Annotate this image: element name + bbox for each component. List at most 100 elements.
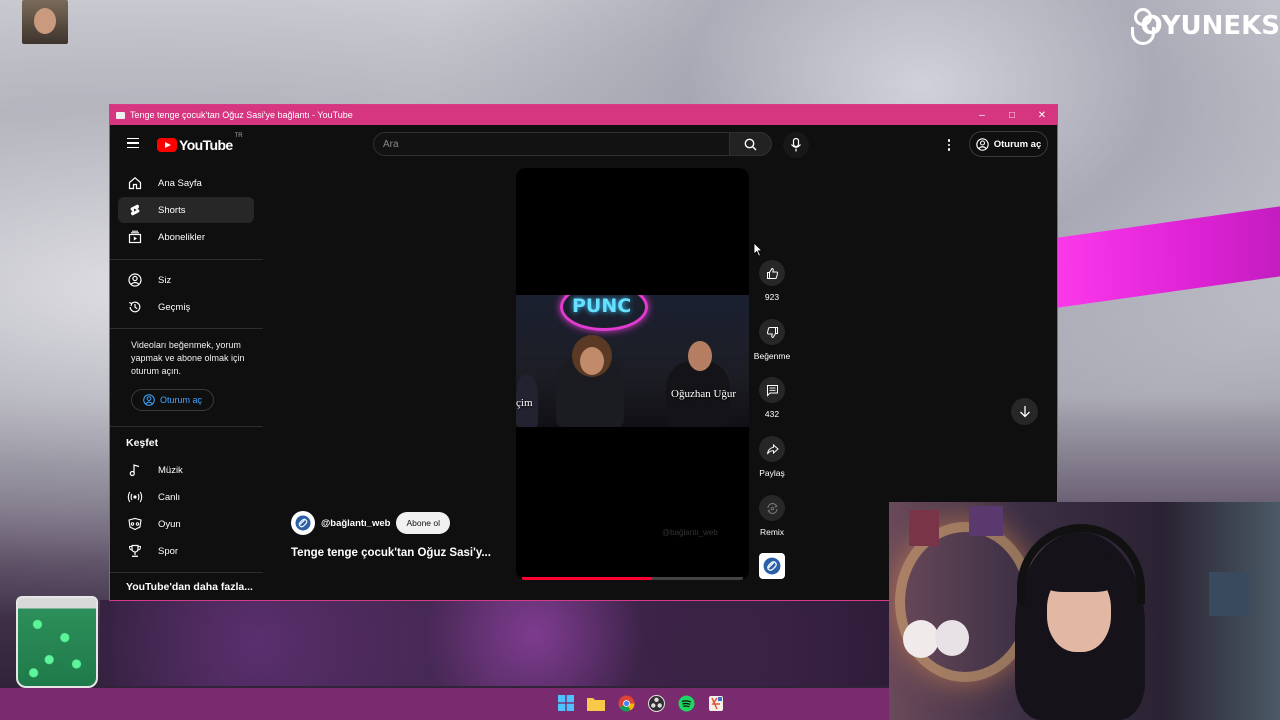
- sidebar-item-gaming[interactable]: Oyun: [118, 511, 254, 537]
- search-button[interactable]: [730, 132, 772, 156]
- sidebar-item-label: Canlı: [158, 491, 181, 503]
- like-count: 923: [764, 292, 780, 302]
- short-title[interactable]: Tenge tenge çocuk'tan Oğuz Sasi'y...: [291, 547, 491, 559]
- thumbs-up-icon: [766, 267, 778, 279]
- sidebar-item-label: Müzik: [158, 464, 183, 476]
- video-progress-fill: [522, 577, 653, 580]
- sign-in-label: Oturum aç: [993, 138, 1042, 150]
- subscriptions-icon: [127, 229, 143, 245]
- plush-toy: [935, 620, 969, 656]
- shorts-video-player[interactable]: PUNC Oğuzhan Uğur çim @bağlantı_web: [516, 168, 749, 580]
- sidebar-item-sports[interactable]: Spor: [118, 538, 254, 564]
- dislike-button[interactable]: [759, 319, 785, 345]
- channel-info: @bağlantı_web Abone ol: [291, 511, 451, 535]
- sidebar-divider: [110, 328, 263, 329]
- sidebar-item-music[interactable]: Müzik: [118, 457, 254, 483]
- chrome-icon[interactable]: [615, 692, 637, 714]
- taskbar-icons: [555, 692, 727, 714]
- spotify-icon[interactable]: [675, 692, 697, 714]
- sidebar-item-label: Ana Sayfa: [158, 177, 202, 189]
- obs-icon[interactable]: [645, 692, 667, 714]
- sidebar-divider: [110, 426, 263, 427]
- share-button[interactable]: [759, 436, 785, 462]
- dislike-label: Beğenme: [753, 351, 791, 361]
- remix-icon: [766, 502, 778, 514]
- sidebar-divider: [110, 259, 263, 260]
- sidebar-item-history[interactable]: Geçmiş: [118, 294, 254, 320]
- file-explorer-icon[interactable]: [585, 692, 607, 714]
- sidebar-item-label: Siz: [158, 274, 172, 286]
- comments-action: 432: [753, 377, 791, 419]
- sign-in-button[interactable]: Oturum aç: [969, 131, 1048, 157]
- sidebar-item-label: Abonelikler: [158, 231, 205, 243]
- dislike-action: Beğenme: [753, 319, 791, 361]
- history-icon: [127, 299, 143, 315]
- video-overlay-left-text: çim: [516, 397, 533, 409]
- comment-icon: [766, 384, 778, 397]
- subscribe-button[interactable]: Abone ol: [396, 512, 451, 534]
- link-icon: [295, 515, 311, 531]
- remix-label: Remix: [759, 527, 785, 537]
- wallpaper-bottom-art: [100, 600, 890, 686]
- app-icon[interactable]: [705, 692, 727, 714]
- comments-button[interactable]: [759, 377, 785, 403]
- sidebar-item-shorts[interactable]: Shorts: [118, 197, 254, 223]
- voice-search-button[interactable]: [783, 132, 809, 158]
- sidebar-divider: [110, 572, 263, 573]
- more-from-youtube-title: YouTube'dan daha fazla...: [126, 581, 253, 593]
- youtube-header: YouTube TR Oturum aç: [110, 125, 1057, 163]
- wall-poster: [1209, 572, 1249, 616]
- video-frame: PUNC Oğuzhan Uğur çim: [516, 295, 749, 427]
- minimize-button[interactable]: –: [967, 105, 997, 125]
- close-button[interactable]: ✕: [1027, 105, 1057, 125]
- window-titlebar[interactable]: Tenge tenge çocuk'tan Oğuz Sasi'ye bağla…: [110, 105, 1057, 125]
- wall-poster: [969, 506, 1003, 536]
- favicon-icon: [116, 111, 125, 119]
- share-icon: [766, 443, 779, 454]
- neon-sign-text: PUNC: [572, 295, 632, 317]
- menu-icon[interactable]: [127, 138, 139, 148]
- sidebar: Ana Sayfa Shorts Abonelikler Siz Geçmiş …: [110, 163, 263, 600]
- youtube-logo[interactable]: YouTube TR: [157, 133, 243, 153]
- search-input[interactable]: [373, 132, 730, 156]
- plush-toy: [903, 620, 939, 658]
- shorts-icon: [127, 202, 143, 218]
- more-options-icon[interactable]: [944, 137, 954, 153]
- sidebar-item-live[interactable]: Canlı: [118, 484, 254, 510]
- search-bar: [373, 132, 772, 156]
- sidebar-sign-in-button[interactable]: Oturum aç: [131, 389, 214, 411]
- sidebar-item-label: Oyun: [158, 518, 181, 530]
- channel-name[interactable]: @bağlantı_web: [321, 518, 390, 529]
- video-person-center-face: [580, 347, 604, 375]
- window-title: Tenge tenge çocuk'tan Oğuz Sasi'ye bağla…: [130, 110, 353, 120]
- remix-button[interactable]: [759, 495, 785, 521]
- windows-start-icon[interactable]: [555, 692, 577, 714]
- decorative-jar: [16, 596, 98, 688]
- remix-action: Remix: [753, 495, 791, 537]
- share-label: Paylaş: [759, 468, 785, 478]
- channel-avatar[interactable]: [291, 511, 315, 535]
- next-short-button[interactable]: [1011, 398, 1038, 425]
- video-progress-bar[interactable]: [522, 577, 743, 580]
- sidebar-item-subscriptions[interactable]: Abonelikler: [118, 224, 254, 250]
- music-icon: [127, 462, 143, 478]
- video-person-right-face: [688, 341, 712, 371]
- gaming-icon: [127, 516, 143, 532]
- sidebar-item-label: Shorts: [158, 204, 186, 216]
- sidebar-sign-in-label: Oturum aç: [159, 395, 202, 405]
- sound-source-button[interactable]: [759, 553, 785, 579]
- sidebar-item-you[interactable]: Siz: [118, 267, 254, 293]
- youtube-play-icon: [157, 138, 177, 152]
- sidebar-item-label: Geçmiş: [158, 301, 191, 313]
- sidebar-item-label: Spor: [158, 545, 179, 557]
- explore-section-title: Keşfet: [126, 437, 159, 449]
- wall-poster: [909, 510, 939, 546]
- youtube-logo-text: YouTube: [179, 137, 233, 153]
- search-icon: [744, 138, 757, 150]
- sign-in-promo-text: Videoları beğenmek, yorum yapmak ve abon…: [131, 340, 245, 376]
- like-button[interactable]: [759, 260, 785, 286]
- maximize-button[interactable]: □: [997, 105, 1027, 125]
- trophy-icon: [127, 543, 143, 559]
- sidebar-item-home[interactable]: Ana Sayfa: [118, 170, 254, 196]
- streamer-facecam: [889, 502, 1280, 720]
